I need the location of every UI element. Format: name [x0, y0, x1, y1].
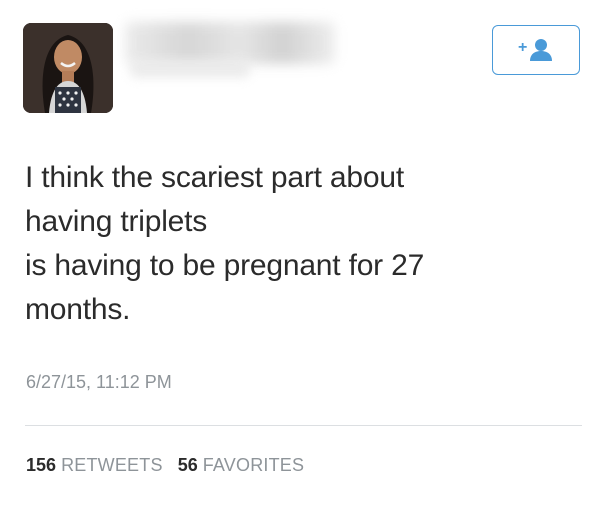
tweet-text: I think the scariest part about having t…: [25, 156, 565, 332]
favorite-label[interactable]: FAVORITES: [203, 455, 305, 475]
add-user-icon: +: [518, 39, 552, 61]
retweet-label[interactable]: RETWEETS: [61, 455, 163, 475]
svg-text:+: +: [518, 39, 527, 56]
avatar-photo: [23, 23, 113, 113]
tweet-text-line: I think the scariest part about: [25, 161, 405, 194]
tweet-text-line: months.: [25, 293, 131, 326]
tweet-card: + I think the scariest part about having…: [0, 0, 595, 505]
follow-button[interactable]: +: [492, 25, 580, 75]
favorite-count[interactable]: 56: [178, 455, 198, 475]
tweet-stats: 156 RETWEETS 56 FAVORITES: [26, 455, 314, 476]
retweet-count[interactable]: 156: [26, 455, 56, 475]
avatar[interactable]: [23, 23, 113, 113]
divider: [25, 425, 582, 426]
tweet-text-line: is having to be pregnant for 27: [25, 249, 425, 282]
tweet-text-line: having triplets: [25, 205, 208, 238]
blurred-handle: [130, 60, 250, 78]
blurred-username: [125, 22, 335, 64]
tweet-timestamp[interactable]: 6/27/15, 11:12 PM: [26, 372, 172, 393]
